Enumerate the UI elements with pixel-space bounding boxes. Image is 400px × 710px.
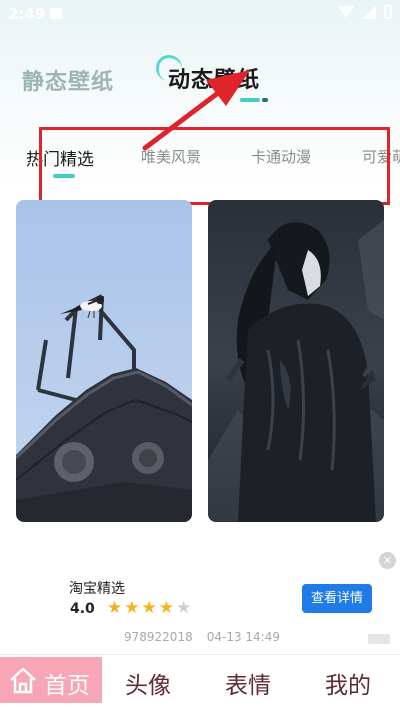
category-tab-cute[interactable]: 可爱萌: [362, 146, 400, 167]
live-tab-underline: [240, 98, 268, 102]
star-empty-icon: ★: [176, 598, 192, 618]
bottom-nav: 首页 头像 表情 我的: [0, 654, 400, 710]
battery-icon: [384, 5, 392, 19]
status-time: 2:49: [8, 5, 46, 23]
app-screen: 2:49 静态壁纸 动态壁纸 热门精选 唯美风景 卡通动漫 可爱萌 × 淘宝精选…: [0, 0, 400, 710]
home-icon: [10, 667, 36, 694]
ad-rating-value: 4.0: [70, 601, 95, 617]
status-bar: 2:49: [0, 0, 400, 28]
wallpaper-card-bird[interactable]: [16, 200, 192, 522]
star-filled-icon: ★: [141, 598, 157, 618]
category-tab-cartoon[interactable]: 卡通动漫: [251, 146, 311, 167]
view-details-button[interactable]: 查看详情: [302, 584, 372, 613]
ad-badge-icon: [368, 634, 390, 644]
bird-rooftop-image: [16, 200, 192, 522]
ad-title: 淘宝精选: [69, 581, 125, 597]
nav-avatar[interactable]: 头像: [125, 666, 171, 700]
nav-emoji[interactable]: 表情: [225, 666, 271, 700]
wallpaper-card-anime[interactable]: [208, 200, 384, 522]
tab-static-wallpaper[interactable]: 静态壁纸: [22, 64, 114, 96]
star-filled-icon: ★: [158, 598, 174, 618]
ad-meta: 978922018 04-13 14:49: [124, 630, 280, 644]
wifi-icon: [338, 6, 354, 18]
nav-mine[interactable]: 我的: [325, 666, 371, 700]
star-filled-icon: ★: [107, 598, 123, 618]
category-active-indicator: [53, 174, 75, 178]
close-icon[interactable]: ×: [379, 552, 396, 569]
category-tab-hot[interactable]: 热门精选: [26, 145, 94, 170]
signal-icon: [362, 5, 376, 19]
annotation-arrow: [142, 70, 250, 151]
anime-character-image: [208, 200, 384, 522]
ad-rating-stars: ★ ★ ★ ★ ★: [107, 598, 191, 618]
notification-icon: [50, 8, 62, 19]
ad-time: 04-13 14:49: [206, 630, 280, 644]
tab-live-wallpaper[interactable]: 动态壁纸: [168, 62, 260, 94]
star-filled-icon: ★: [124, 598, 140, 618]
nav-home[interactable]: 首页: [0, 657, 102, 703]
ad-id: 978922018: [124, 630, 193, 644]
nav-home-label: 首页: [44, 673, 90, 699]
status-icons: [338, 5, 392, 19]
category-tab-scenery[interactable]: 唯美风景: [141, 146, 201, 167]
